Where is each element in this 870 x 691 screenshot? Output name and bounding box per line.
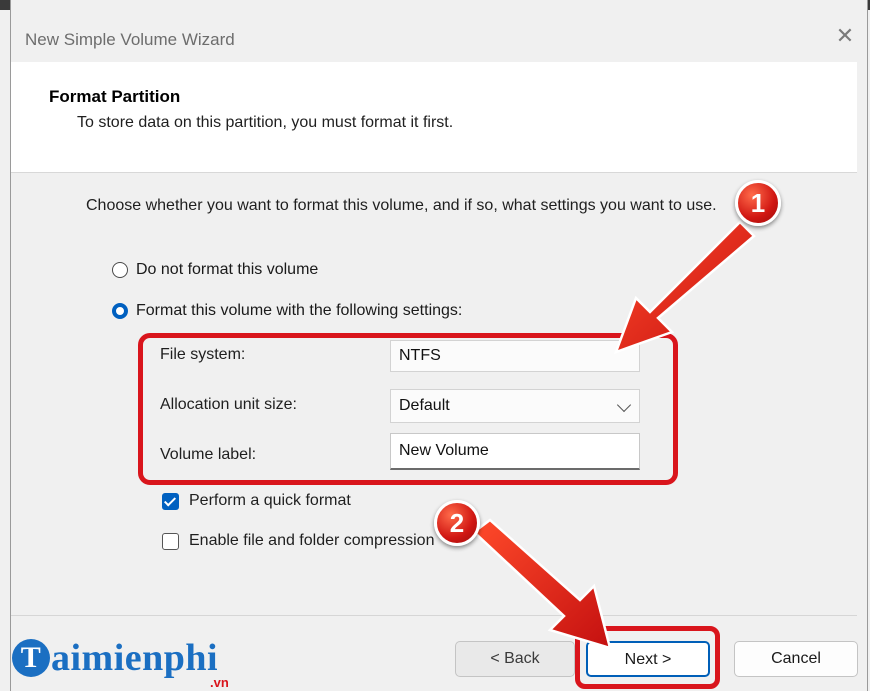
watermark-logo: Taimienphi [12, 636, 218, 680]
annotation-badge-1: 1 [735, 180, 781, 226]
annotation-badge-2: 2 [434, 500, 480, 546]
logo-text: aimienphi [51, 637, 219, 679]
logo-initial: T [12, 639, 50, 678]
arrow-1 [613, 220, 756, 355]
annotation-arrows [472, 220, 756, 650]
arrow-2 [472, 518, 612, 650]
logo-suffix: .vn [210, 675, 229, 690]
